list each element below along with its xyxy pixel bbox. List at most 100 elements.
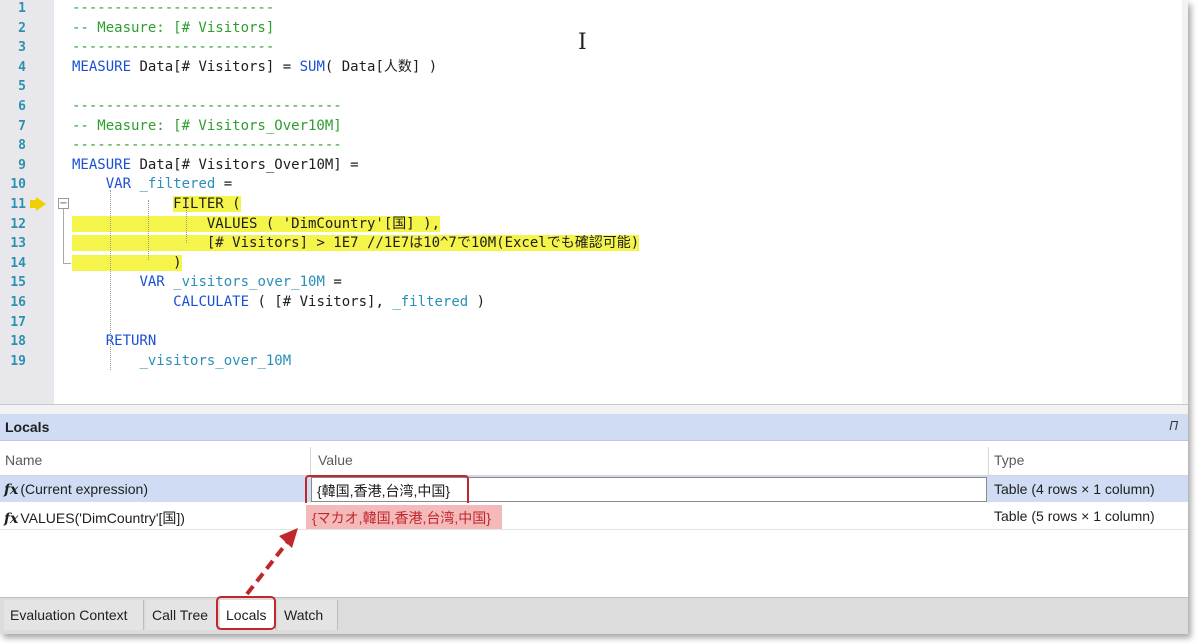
function-icon: fx — [4, 511, 19, 527]
column-header-value[interactable]: Value — [318, 452, 353, 468]
code-token: 'DimCountry'[国] ), — [282, 215, 441, 232]
code-token: ( [# Visitors], — [249, 294, 393, 310]
code-line[interactable]: ------------------------ — [72, 38, 274, 58]
locals-panel-header: Locals 𝛱 — [0, 414, 1188, 441]
locals-panel-title: Locals — [5, 419, 50, 435]
code-line[interactable]: RETURN — [72, 332, 157, 352]
code-token: SUM — [299, 58, 325, 75]
line-number: 14 — [10, 255, 26, 271]
tab-evaluation-context[interactable]: Evaluation Context — [4, 600, 144, 630]
dax-debugger-window: 1 2 3 4 5 6 7 8 9 10 11 12 13 14 15 16 17 18 19 − --------… — [0, 0, 1188, 634]
code-token: = — [215, 176, 233, 193]
code-line[interactable]: FILTER ( — [72, 195, 241, 215]
indent-guide — [148, 200, 149, 260]
line-number: 19 — [10, 353, 26, 369]
line-number: 2 — [18, 20, 26, 36]
annotation-highlight-fill: {マカオ,韓国,香港,台湾,中国} — [306, 505, 502, 529]
code-token: _visitors_over_10M — [173, 274, 325, 291]
code-line[interactable]: MEASURE Data[# Visitors_Over10M] = — [72, 156, 359, 176]
indent-guide — [110, 190, 111, 370]
row-type: Table (5 rows × 1 column) — [994, 508, 1155, 524]
line-number: 9 — [18, 157, 26, 173]
tab-watch[interactable]: Watch — [278, 600, 338, 630]
text-cursor-icon: I — [578, 30, 587, 55]
code-token: _filtered — [392, 294, 469, 310]
function-icon: fx — [4, 482, 19, 498]
pin-icon[interactable]: 𝛱 — [1169, 419, 1178, 434]
code-line[interactable]: -------------------------------- — [72, 97, 342, 117]
code-line[interactable]: CALCULATE ( [# Visitors], _filtered ) — [72, 293, 485, 313]
code-token: = — [324, 274, 342, 291]
code-token: CALCULATE — [173, 294, 250, 310]
code-line[interactable]: ) — [72, 254, 182, 274]
locals-column-header: Name Value Type — [0, 447, 1188, 476]
line-number: 7 — [18, 118, 26, 134]
code-token: -- Measure: [# Visitors] — [72, 19, 275, 36]
column-header-name[interactable]: Name — [5, 452, 42, 468]
code-line[interactable]: -- Measure: [# Visitors] — [72, 19, 274, 39]
code-line[interactable]: _visitors_over_10M — [72, 352, 291, 372]
line-number: 17 — [10, 314, 26, 330]
code-token: [# Visitors] > 1E7 //1E7は10^7で10M(Excelで… — [72, 235, 640, 252]
column-header-type[interactable]: Type — [994, 452, 1024, 468]
code-editor[interactable]: 1 2 3 4 5 6 7 8 9 10 11 12 13 14 15 16 17 18 19 − --------… — [0, 0, 1188, 404]
row-name-cell: fx VALUES('DimCountry'[国]) — [4, 508, 185, 528]
row-name: (Current expression) — [20, 481, 148, 497]
line-number: 3 — [18, 40, 26, 56]
code-line[interactable]: -------------------------------- — [72, 136, 342, 156]
annotation-tab-highlight — [216, 596, 276, 630]
code-area[interactable]: ------------------------ -- Measure: [# V… — [72, 0, 1188, 404]
indent-guide — [186, 203, 187, 243]
line-number: 16 — [10, 295, 26, 310]
row-type: Table (4 rows × 1 column) — [994, 481, 1155, 497]
row-value: {マカオ,韓国,香港,台湾,中国} — [312, 510, 491, 526]
line-number: 15 — [10, 275, 26, 291]
code-token: _filtered — [139, 176, 216, 193]
collapse-guide — [63, 209, 64, 264]
line-number: 12 — [10, 216, 26, 232]
code-token: -------------------------------- — [72, 137, 342, 154]
current-line-arrow-icon — [36, 197, 46, 211]
line-number: 8 — [18, 138, 26, 154]
line-number: 10 — [10, 177, 26, 193]
code-token: -- Measure: [# Visitors_Over10M] — [72, 117, 342, 134]
line-number: 4 — [18, 59, 26, 75]
line-number: 18 — [10, 334, 26, 350]
code-line[interactable]: MEASURE Data[# Visitors] = SUM( Data[人数]… — [72, 58, 437, 78]
code-token: VALUES ( — [72, 215, 283, 232]
row-name: VALUES('DimCountry'[国]) — [20, 510, 185, 526]
code-token: ------------------------ — [72, 39, 275, 56]
code-token: Data[# Visitors] = — [131, 58, 300, 75]
code-token: ) — [72, 254, 182, 271]
line-number: 1 — [18, 1, 26, 16]
locals-row-values[interactable]: fx VALUES('DimCountry'[国]) Table (5 rows … — [0, 503, 1188, 530]
code-token: Data[# Visitors_Over10M] = — [131, 156, 359, 173]
code-line[interactable]: [# Visitors] > 1E7 //1E7は10^7で10M(Excelで… — [72, 234, 640, 254]
collapse-guide-end — [63, 263, 71, 264]
row-name-cell: fx (Current expression) — [4, 481, 148, 498]
code-line[interactable]: -- Measure: [# Visitors_Over10M] — [72, 117, 342, 137]
debug-tab-bar: Evaluation Context Call Tree Locals Watc… — [0, 597, 1188, 634]
editor-scrollbar[interactable] — [1182, 0, 1188, 404]
code-token: FILTER ( — [173, 196, 241, 212]
code-line[interactable]: VAR _visitors_over_10M = — [72, 273, 342, 293]
code-line[interactable]: ------------------------ — [72, 0, 274, 19]
code-token: RETURN — [105, 333, 157, 350]
line-number: 5 — [18, 79, 26, 95]
code-token: _visitors_over_10M — [139, 352, 292, 369]
code-line[interactable]: VAR _filtered = — [72, 175, 232, 195]
code-token: MEASURE — [72, 156, 132, 173]
code-token: ( Data[人数] ) — [324, 58, 438, 75]
tab-call-tree[interactable]: Call Tree — [146, 600, 218, 630]
code-line[interactable]: VALUES ( 'DimCountry'[国] ), — [72, 215, 441, 235]
code-token: MEASURE — [72, 58, 132, 75]
collapse-toggle-icon[interactable]: − — [58, 198, 69, 209]
code-token: -------------------------------- — [72, 98, 342, 114]
line-number: 6 — [18, 99, 26, 114]
